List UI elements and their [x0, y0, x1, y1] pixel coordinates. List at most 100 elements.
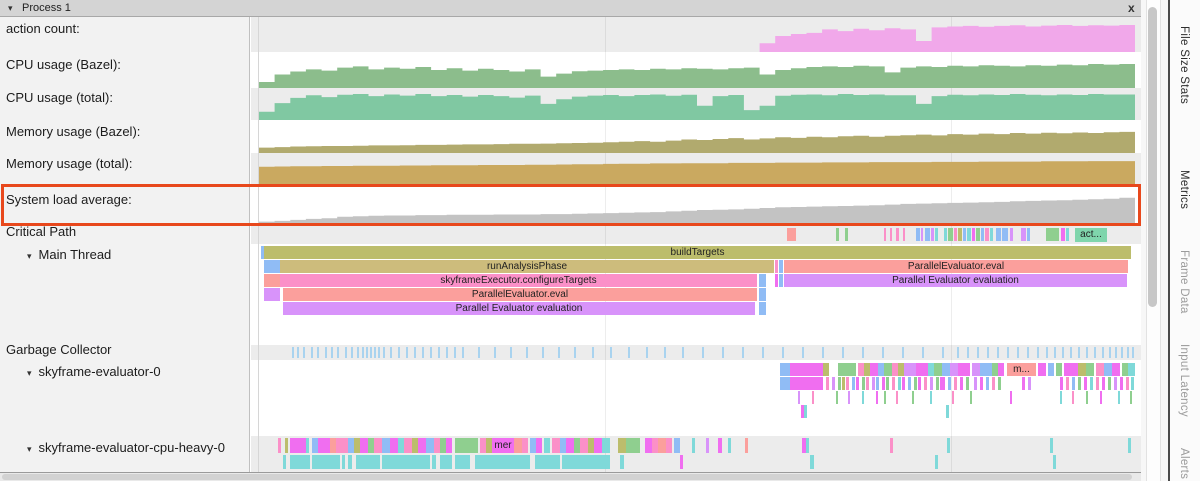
trace-slice[interactable] — [898, 377, 901, 390]
trace-slice[interactable] — [1007, 347, 1009, 358]
trace-slice[interactable] — [931, 228, 934, 241]
trace-slice[interactable] — [997, 347, 999, 358]
trace-slice[interactable] — [374, 347, 376, 358]
trace-slice[interactable] — [1038, 363, 1046, 376]
trace-slice-labeled[interactable]: act... — [1075, 228, 1107, 242]
trace-slice[interactable] — [1066, 228, 1069, 241]
trace-slice[interactable] — [285, 438, 288, 453]
trace-slice[interactable] — [812, 391, 814, 404]
trace-slice[interactable] — [345, 347, 347, 358]
trace-slice-labeled[interactable]: Parallel Evaluator evaluation — [784, 274, 1127, 287]
trace-slice[interactable] — [454, 347, 456, 358]
trace-slice[interactable] — [264, 260, 280, 273]
trace-slice[interactable] — [790, 377, 823, 390]
trace-slice[interactable] — [1102, 347, 1104, 358]
trace-slice[interactable] — [674, 438, 680, 453]
trace-slice[interactable] — [566, 438, 574, 453]
trace-slice[interactable] — [832, 377, 835, 390]
trace-slice[interactable] — [1066, 377, 1069, 390]
row-label-skyframe-evaluator-0[interactable]: ▾skyframe-evaluator-0 — [27, 364, 161, 379]
trace-slice[interactable] — [264, 288, 280, 301]
trace-slice[interactable] — [940, 377, 945, 390]
trace-slice[interactable] — [902, 377, 905, 390]
trace-slice[interactable] — [866, 377, 869, 390]
trace-slice[interactable] — [331, 347, 333, 358]
trace-slice[interactable] — [432, 455, 436, 469]
trace-slice[interactable] — [1086, 391, 1088, 404]
trace-slice[interactable] — [957, 347, 959, 358]
trace-slice[interactable] — [422, 347, 424, 358]
trace-slice[interactable] — [759, 274, 766, 287]
trace-slice[interactable] — [944, 228, 947, 241]
trace-slice[interactable] — [998, 363, 1004, 376]
trace-slice[interactable] — [972, 228, 975, 241]
trace-slice[interactable] — [775, 274, 778, 287]
trace-slice[interactable] — [914, 377, 917, 390]
trace-slice[interactable] — [426, 438, 434, 453]
trace-slice[interactable] — [664, 347, 666, 358]
trace-slice[interactable] — [430, 347, 432, 358]
trace-slice[interactable] — [886, 377, 889, 390]
close-icon[interactable]: x — [1128, 1, 1135, 15]
trace-slice[interactable] — [963, 228, 966, 241]
trace-slice[interactable] — [348, 455, 352, 469]
trace-slice[interactable] — [912, 391, 914, 404]
trace-slice[interactable] — [574, 347, 576, 358]
trace-slice[interactable] — [908, 377, 911, 390]
trace-slice[interactable] — [311, 347, 313, 358]
trace-slice[interactable] — [948, 228, 953, 241]
trace-slice[interactable] — [976, 228, 980, 241]
trace-slice[interactable] — [882, 377, 885, 390]
trace-slice[interactable] — [1061, 228, 1065, 241]
trace-slice[interactable] — [967, 347, 969, 358]
row-label-main-thread[interactable]: ▾Main Thread — [27, 247, 111, 262]
trace-slice[interactable] — [1053, 455, 1056, 469]
trace-slice-labeled[interactable]: Parallel Evaluator evaluation — [283, 302, 755, 315]
trace-slice[interactable] — [382, 455, 430, 469]
trace-slice[interactable] — [646, 347, 648, 358]
trace-slice[interactable] — [620, 455, 624, 469]
trace-slice[interactable] — [942, 363, 950, 376]
trace-slice[interactable] — [779, 274, 783, 287]
trace-slice[interactable] — [535, 455, 560, 469]
trace-slice[interactable] — [980, 377, 983, 390]
trace-slice[interactable] — [822, 347, 824, 358]
vertical-scrollbar[interactable] — [1141, 0, 1168, 481]
trace-slice[interactable] — [947, 438, 950, 453]
trace-slice[interactable] — [998, 377, 1001, 390]
trace-slice[interactable] — [1027, 347, 1029, 358]
trace-slice[interactable] — [618, 438, 626, 453]
trace-slice[interactable] — [1072, 377, 1075, 390]
trace-slice[interactable] — [370, 347, 372, 358]
trace-slice[interactable] — [1120, 377, 1123, 390]
trace-slice[interactable] — [1086, 347, 1088, 358]
system-load-average-chart[interactable] — [259, 185, 1135, 225]
trace-slice[interactable] — [884, 228, 886, 241]
trace-slice[interactable] — [1017, 347, 1019, 358]
trace-slice[interactable] — [552, 438, 560, 453]
trace-slice[interactable] — [1100, 391, 1102, 404]
critical-path-track[interactable]: act... — [251, 225, 1141, 244]
trace-slice[interactable] — [1028, 377, 1031, 390]
trace-slice[interactable] — [1132, 347, 1134, 358]
trace-slice[interactable] — [987, 347, 989, 358]
sidebar-tab-file-size-stats[interactable]: File Size Stats — [1178, 26, 1190, 104]
trace-slice[interactable] — [921, 228, 923, 241]
trace-slice[interactable] — [759, 288, 766, 301]
trace-slice[interactable] — [950, 363, 958, 376]
trace-slice[interactable] — [892, 377, 895, 390]
trace-slice[interactable] — [446, 347, 448, 358]
trace-slice[interactable] — [438, 347, 440, 358]
row-label-skyframe-evaluator-cpu-heavy-0[interactable]: ▾skyframe-evaluator-cpu-heavy-0 — [27, 440, 225, 455]
trace-slice[interactable] — [823, 363, 829, 376]
sidebar-tab-metrics[interactable]: Metrics — [1178, 170, 1190, 209]
trace-slice[interactable] — [936, 377, 939, 390]
trace-slice[interactable] — [842, 377, 845, 390]
trace-slice-labeled[interactable]: buildTargets — [264, 246, 1131, 259]
trace-slice[interactable] — [1108, 377, 1111, 390]
trace-slice[interactable] — [680, 455, 683, 469]
trace-slice[interactable] — [1054, 347, 1056, 358]
trace-slice[interactable] — [378, 347, 380, 358]
trace-slice[interactable] — [1037, 347, 1039, 358]
trace-slice[interactable] — [478, 347, 480, 358]
